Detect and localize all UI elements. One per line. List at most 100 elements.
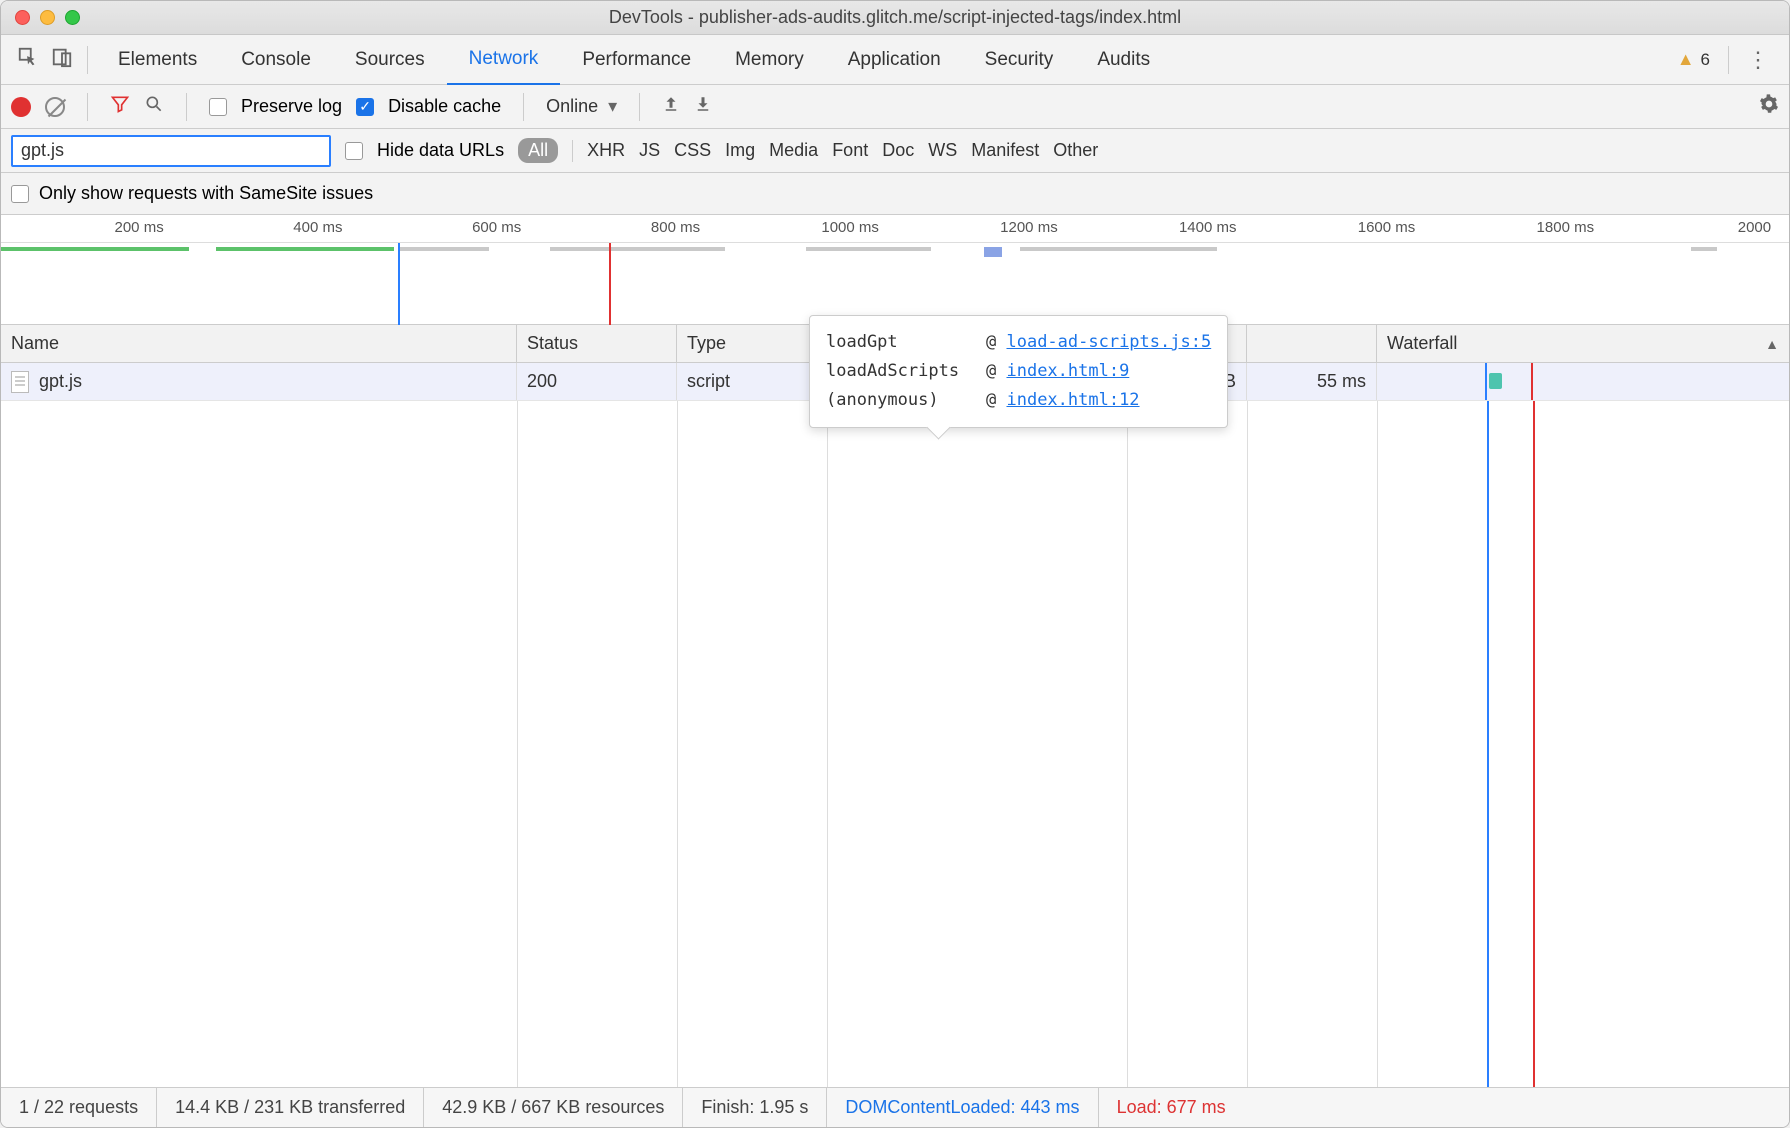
timeline-bar [984,247,1002,257]
hide-data-urls-label: Hide data URLs [377,140,504,161]
record-button[interactable] [11,97,31,117]
tab-console[interactable]: Console [219,35,333,85]
timeline-overview[interactable]: 200 ms 400 ms 600 ms 800 ms 1000 ms 1200… [1,215,1789,325]
stack-fn: (anonymous) [826,386,976,415]
script-file-icon [11,371,29,393]
timeline-tick: 800 ms [651,219,700,236]
separator [87,46,88,74]
timeline-bar [1691,247,1718,251]
settings-gear-icon[interactable] [1759,94,1779,120]
tab-performance[interactable]: Performance [560,35,713,85]
clear-button[interactable] [45,97,65,117]
filter-type-all[interactable]: All [518,138,558,163]
filter-type-xhr[interactable]: XHR [587,140,625,161]
cell-waterfall [1377,363,1789,400]
tab-audits[interactable]: Audits [1075,35,1172,85]
filter-type-ws[interactable]: WS [928,140,957,161]
download-har-icon[interactable] [694,95,712,118]
timeline-bar [1020,247,1109,251]
disable-cache-checkbox[interactable]: ✓ [356,98,374,116]
column-type[interactable]: Type [677,325,827,362]
status-dcl: DOMContentLoaded: 443 ms [827,1088,1098,1127]
column-name[interactable]: Name [1,325,517,362]
tab-sources[interactable]: Sources [333,35,447,85]
titlebar: DevTools - publisher-ads-audits.glitch.m… [1,1,1789,35]
stack-link[interactable]: index.html:9 [1006,361,1129,381]
upload-har-icon[interactable] [662,95,680,118]
tab-elements[interactable]: Elements [96,35,219,85]
timeline-tick: 1200 ms [1000,219,1058,236]
separator [639,93,640,121]
filter-type-css[interactable]: CSS [674,140,711,161]
timeline-tick: 1600 ms [1358,219,1416,236]
filter-type-manifest[interactable]: Manifest [971,140,1039,161]
throttling-select[interactable]: Online ▾ [546,96,617,117]
status-transferred: 14.4 KB / 231 KB transferred [157,1088,424,1127]
status-resources: 42.9 KB / 667 KB resources [424,1088,683,1127]
window-title: DevTools - publisher-ads-audits.glitch.m… [1,7,1789,28]
filter-type-doc[interactable]: Doc [882,140,914,161]
samesite-label: Only show requests with SameSite issues [39,183,373,204]
stack-fn: loadAdScripts [826,357,976,386]
status-load: Load: 677 ms [1099,1088,1244,1127]
panel-tabbar: Elements Console Sources Network Perform… [1,35,1789,85]
cell-time: 55 ms [1247,363,1377,400]
timeline-tick: 400 ms [293,219,342,236]
timeline-bar [400,247,489,251]
timeline-bar [550,247,639,251]
separator [523,93,524,121]
device-toggle-icon[interactable] [45,46,79,74]
preserve-log-label: Preserve log [241,96,342,117]
timeline-bar [1,247,189,251]
cell-name: gpt.js [1,363,517,400]
column-time[interactable] [1247,325,1377,362]
throttling-value: Online [546,96,598,117]
filter-type-media[interactable]: Media [769,140,818,161]
filter-type-img[interactable]: Img [725,140,755,161]
tab-memory[interactable]: Memory [713,35,826,85]
filter-type-js[interactable]: JS [639,140,660,161]
column-status[interactable]: Status [517,325,677,362]
filter-type-other[interactable]: Other [1053,140,1098,161]
status-finish: Finish: 1.95 s [683,1088,827,1127]
tab-application[interactable]: Application [826,35,963,85]
load-line [1533,401,1535,1087]
warning-count: 6 [1701,50,1710,70]
tab-security[interactable]: Security [963,35,1076,85]
timeline-bar [216,247,395,251]
timeline-tick: 1400 ms [1179,219,1237,236]
dcl-line [1487,401,1489,1087]
filter-toggle-icon[interactable] [110,94,130,120]
inspect-icon[interactable] [11,46,45,74]
stack-link[interactable]: index.html:12 [1006,390,1139,410]
separator [186,93,187,121]
status-bar: 1 / 22 requests 14.4 KB / 231 KB transfe… [1,1087,1789,1127]
chevron-down-icon: ▾ [608,96,617,117]
timeline-body [1,243,1789,325]
load-marker [609,243,611,325]
timeline-tick: 600 ms [472,219,521,236]
network-table-body [1,401,1789,1087]
column-waterfall[interactable]: Waterfall▲ [1377,325,1789,362]
status-requests: 1 / 22 requests [1,1088,157,1127]
timeline-ruler: 200 ms 400 ms 600 ms 800 ms 1000 ms 1200… [1,215,1789,243]
filter-input[interactable] [11,135,331,167]
tab-network[interactable]: Network [447,35,561,85]
timeline-bar [806,247,931,251]
filter-type-font[interactable]: Font [832,140,868,161]
request-name: gpt.js [39,371,82,392]
more-menu-icon[interactable]: ⋮ [1737,47,1779,73]
warnings-badge[interactable]: ▲ 6 [1677,49,1710,70]
timeline-bar [636,247,725,251]
samesite-checkbox[interactable] [11,185,29,203]
hide-data-urls-checkbox[interactable] [345,142,363,160]
stack-link[interactable]: load-ad-scripts.js:5 [1006,332,1211,352]
timeline-tick: 1000 ms [821,219,879,236]
warning-icon: ▲ [1677,49,1695,70]
separator [1728,46,1729,74]
preserve-log-checkbox[interactable] [209,98,227,116]
network-toolbar: Preserve log ✓ Disable cache Online ▾ [1,85,1789,129]
disable-cache-label: Disable cache [388,96,501,117]
timeline-bar [1110,247,1217,251]
search-icon[interactable] [144,94,164,120]
